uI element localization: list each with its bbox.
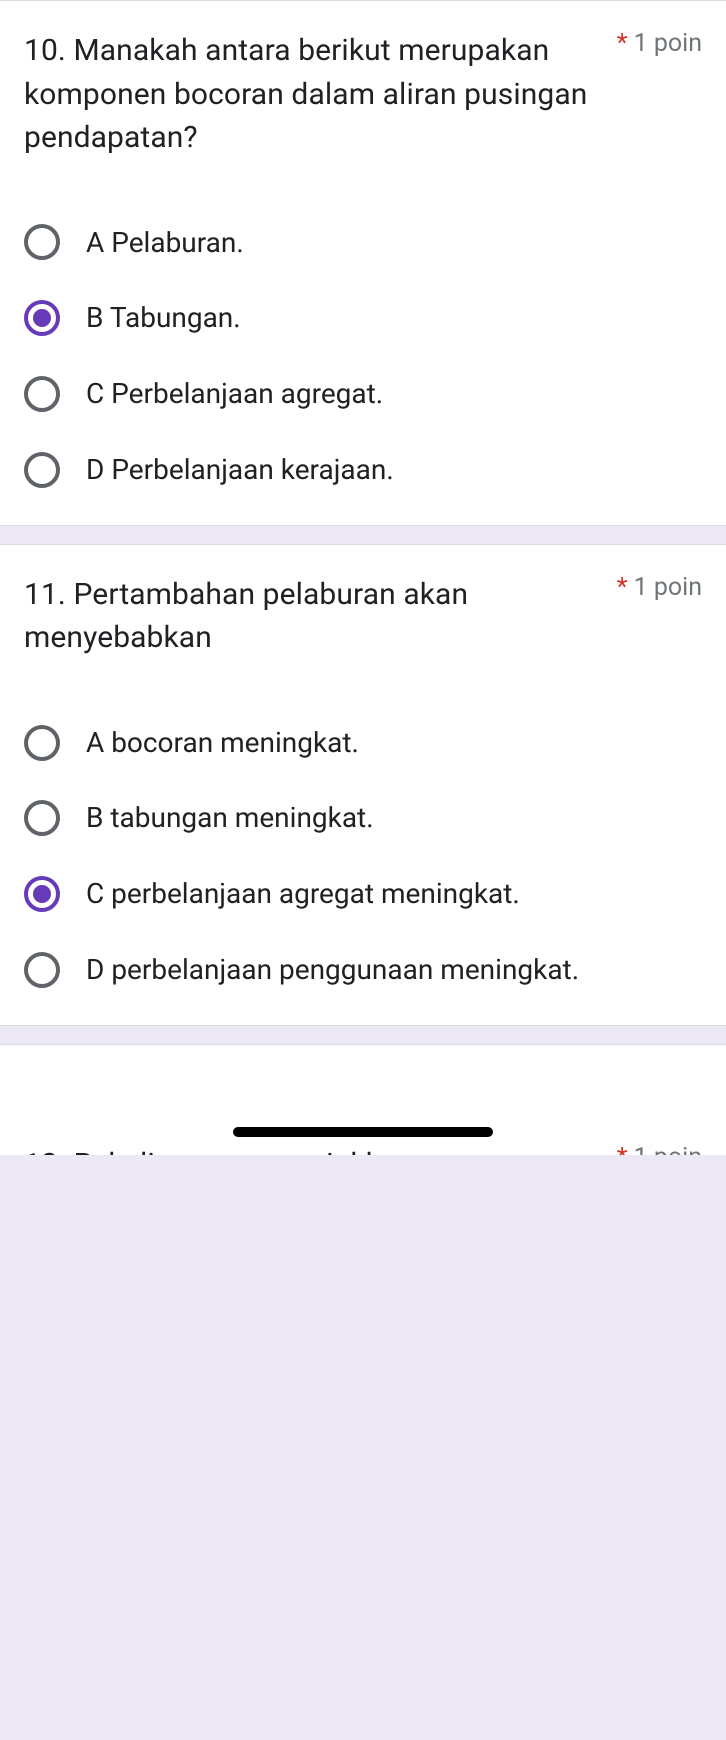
option-c[interactable]: C perbelanjaan agregat meningkat. bbox=[24, 875, 702, 913]
radio-icon bbox=[24, 725, 60, 761]
question-text: 10. Manakah antara berikut merupakan kom… bbox=[24, 29, 605, 160]
option-label: C perbelanjaan agregat meningkat. bbox=[86, 875, 520, 913]
home-indicator bbox=[233, 1127, 493, 1137]
required-asterisk: * bbox=[617, 31, 628, 56]
question-text: 12. Pekali yang menunjukkan bbox=[24, 1143, 605, 1155]
option-a[interactable]: A Pelaburan. bbox=[24, 224, 702, 262]
option-label: B tabungan meningkat. bbox=[86, 799, 374, 837]
option-c[interactable]: C Perbelanjaan agregat. bbox=[24, 375, 702, 413]
option-label: B Tabungan. bbox=[86, 299, 241, 337]
options-group: A bocoran meningkat. B tabungan meningka… bbox=[24, 724, 702, 989]
option-label: D perbelanjaan penggunaan meningkat. bbox=[86, 951, 579, 989]
radio-icon bbox=[24, 952, 60, 988]
required-asterisk: * bbox=[617, 575, 628, 600]
question-card: 11. Pertambahan pelaburan akan menyebabk… bbox=[0, 544, 726, 1026]
option-label: A bocoran meningkat. bbox=[86, 724, 359, 762]
question-header: 10. Manakah antara berikut merupakan kom… bbox=[24, 29, 702, 160]
radio-icon bbox=[24, 300, 60, 336]
option-label: C Perbelanjaan agregat. bbox=[86, 375, 383, 413]
question-card-peek: 12. Pekali yang menunjukkan * 1 poin bbox=[0, 1044, 726, 1155]
points-value: 1 poin bbox=[634, 29, 702, 58]
option-d[interactable]: D perbelanjaan penggunaan meningkat. bbox=[24, 951, 702, 989]
options-group: A Pelaburan. B Tabungan. C Perbelanjaan … bbox=[24, 224, 702, 489]
radio-icon bbox=[24, 876, 60, 912]
question-header: 11. Pertambahan pelaburan akan menyebabk… bbox=[24, 573, 702, 660]
question-text: 11. Pertambahan pelaburan akan menyebabk… bbox=[24, 573, 605, 660]
radio-icon bbox=[24, 800, 60, 836]
points-label: * 1 poin bbox=[617, 573, 702, 602]
points-value: 1 poin bbox=[634, 1143, 702, 1155]
radio-icon bbox=[24, 452, 60, 488]
points-value: 1 poin bbox=[634, 573, 702, 602]
option-label: A Pelaburan. bbox=[86, 224, 244, 262]
required-asterisk: * bbox=[617, 1145, 628, 1155]
radio-icon bbox=[24, 376, 60, 412]
points-label: * 1 poin bbox=[617, 1143, 702, 1155]
option-label: D Perbelanjaan kerajaan. bbox=[86, 451, 394, 489]
question-header: 12. Pekali yang menunjukkan * 1 poin bbox=[0, 1143, 726, 1155]
option-b[interactable]: B Tabungan. bbox=[24, 299, 702, 337]
option-b[interactable]: B tabungan meningkat. bbox=[24, 799, 702, 837]
radio-icon bbox=[24, 224, 60, 260]
option-a[interactable]: A bocoran meningkat. bbox=[24, 724, 702, 762]
points-label: * 1 poin bbox=[617, 29, 702, 58]
question-card: 10. Manakah antara berikut merupakan kom… bbox=[0, 0, 726, 526]
option-d[interactable]: D Perbelanjaan kerajaan. bbox=[24, 451, 702, 489]
